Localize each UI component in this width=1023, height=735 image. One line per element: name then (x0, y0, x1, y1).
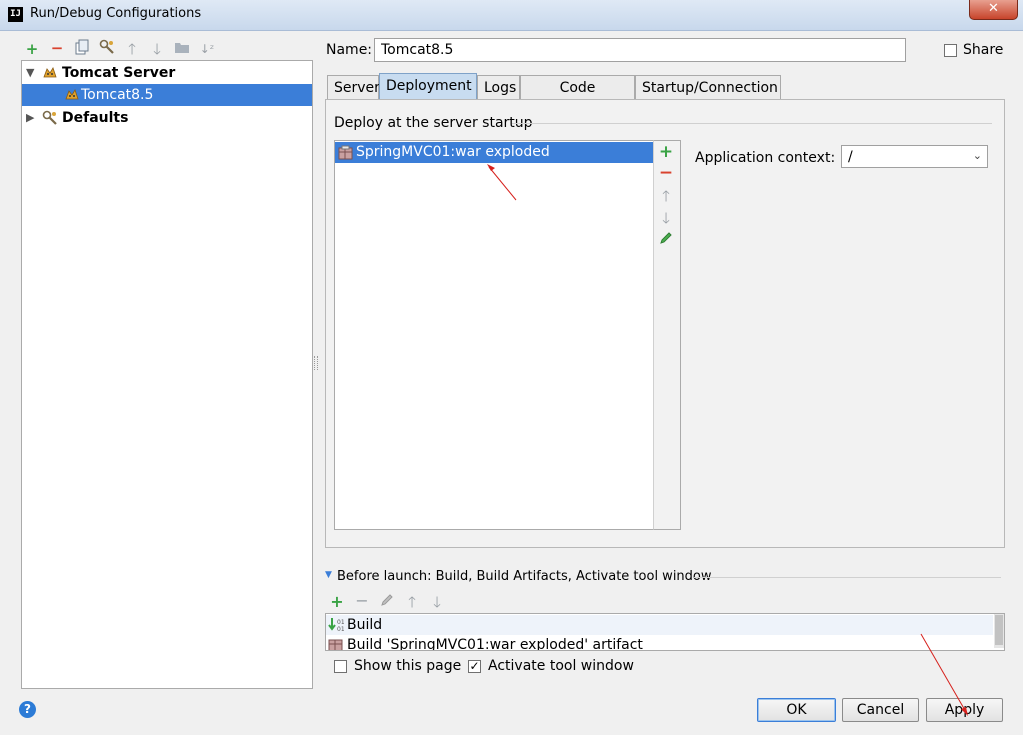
section-divider (512, 123, 992, 124)
folder-icon[interactable] (172, 39, 192, 59)
tree-item-tomcat85[interactable]: Tomcat8.5 (22, 84, 312, 106)
wrench-icon (42, 110, 58, 133)
splitter-handle[interactable] (314, 356, 318, 370)
name-label: Name: (326, 42, 373, 58)
add-icon[interactable]: + (22, 39, 42, 59)
move-up-icon[interactable]: 🡑 (656, 186, 676, 206)
edit-icon[interactable] (377, 592, 397, 612)
chevron-down-icon[interactable]: ▼ (26, 62, 34, 84)
collapse-triangle-icon[interactable]: ▼ (325, 570, 332, 580)
edit-defaults-icon[interactable] (97, 39, 117, 59)
configuration-tree[interactable]: ▼ Tomcat Server Tomcat8.5 ▶ Defaults (21, 60, 313, 689)
app-icon: IJ (8, 7, 23, 22)
tree-item-defaults[interactable]: ▶ Defaults (22, 107, 312, 129)
application-context-select[interactable]: / ⌄ (841, 145, 988, 168)
share-checkbox[interactable] (944, 44, 957, 57)
activate-tool-window-checkbox[interactable]: ✓ (468, 660, 481, 673)
name-input[interactable] (374, 38, 906, 62)
chevron-right-icon[interactable]: ▶ (26, 107, 34, 129)
ok-button[interactable]: OK (757, 698, 836, 722)
move-down-icon[interactable]: 🡓 (147, 39, 167, 59)
before-launch-list[interactable]: 01 01 Build Build 'SpringMVC01:war explod… (325, 613, 1005, 651)
tree-item-tomcat-server[interactable]: ▼ Tomcat Server (22, 62, 312, 84)
list-item[interactable]: SpringMVC01:war exploded (335, 142, 653, 163)
add-icon[interactable]: + (327, 592, 347, 612)
tab-logs[interactable]: Logs (477, 75, 520, 99)
cancel-button[interactable]: Cancel (842, 698, 919, 722)
svg-text:01: 01 (337, 619, 344, 626)
artifact-label: SpringMVC01:war exploded (356, 144, 550, 160)
apply-button[interactable]: Apply (926, 698, 1003, 722)
sort-icon[interactable]: ↓ᶻ (197, 39, 217, 59)
before-launch-header[interactable]: Before launch: Build, Build Artifacts, A… (337, 569, 712, 584)
move-down-icon[interactable]: 🡓 (656, 208, 676, 228)
remove-icon[interactable]: − (47, 38, 67, 58)
window-title: Run/Debug Configurations (30, 6, 202, 21)
deploy-section-label: Deploy at the server startup (334, 115, 533, 131)
artifact-icon (338, 145, 353, 167)
tab-startup-connection[interactable]: Startup/Connection (635, 75, 781, 99)
copy-icon[interactable] (72, 39, 92, 59)
tree-item-label: Tomcat Server (62, 65, 176, 81)
share-label: Share (963, 42, 1004, 58)
remove-icon[interactable]: − (656, 163, 676, 183)
tree-item-label: Defaults (62, 110, 129, 126)
show-page-checkbox[interactable] (334, 660, 347, 673)
show-page-label: Show this page (354, 658, 462, 674)
list-item[interactable]: Build 'SpringMVC01:war exploded' artifac… (326, 635, 993, 651)
tab-server[interactable]: Server (327, 75, 380, 99)
application-context-label: Application context: (695, 150, 836, 166)
build-label: Build (347, 617, 383, 633)
context-value: / (848, 149, 853, 165)
move-up-icon[interactable]: 🡑 (402, 592, 422, 612)
activate-tool-window-label: Activate tool window (488, 658, 634, 674)
list-item[interactable]: 01 01 Build (326, 615, 993, 635)
build-artifact-label: Build 'SpringMVC01:war exploded' artifac… (347, 637, 643, 651)
remove-icon[interactable]: − (352, 591, 372, 611)
tree-item-label: Tomcat8.5 (81, 87, 154, 103)
svg-text:01: 01 (337, 626, 344, 633)
chevron-down-icon: ⌄ (972, 149, 982, 162)
scrollbar-thumb[interactable] (995, 615, 1003, 645)
edit-icon[interactable] (656, 230, 676, 250)
move-down-icon[interactable]: 🡓 (427, 592, 447, 612)
tab-deployment[interactable]: Deployment (379, 73, 477, 99)
close-button[interactable]: ✕ (969, 0, 1018, 20)
tab-code-coverage[interactable]: Code Coverage (520, 75, 635, 120)
section-divider (694, 577, 1001, 578)
artifact-icon (328, 637, 343, 650)
scrollbar[interactable] (994, 614, 1004, 648)
move-up-icon[interactable]: 🡑 (122, 39, 142, 59)
deploy-artifact-list[interactable]: SpringMVC01:war exploded (334, 140, 654, 530)
add-icon[interactable]: + (656, 142, 676, 162)
help-icon[interactable]: ? (19, 701, 36, 718)
